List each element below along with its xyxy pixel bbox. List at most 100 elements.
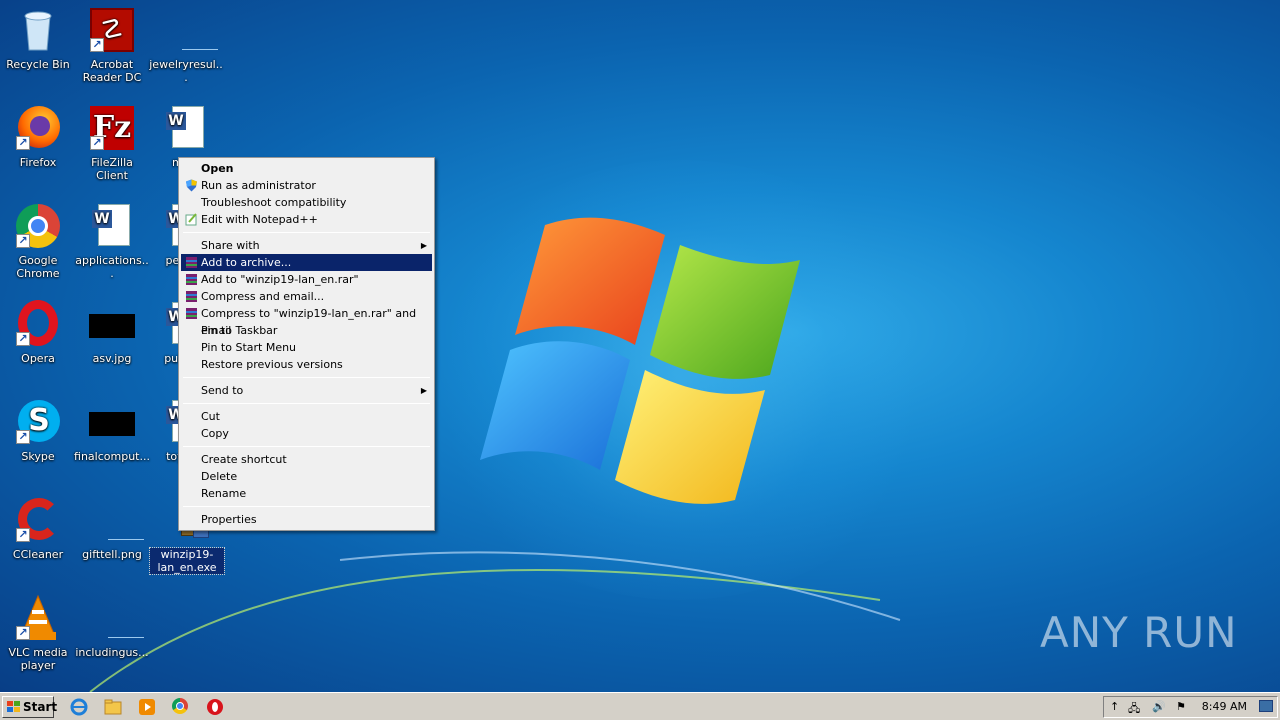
menu-label: Add to "winzip19-lan_en.rar" — [201, 273, 359, 286]
desktop-icon-chrome[interactable]: ↗ Google Chrome — [0, 202, 76, 280]
menu-item-open[interactable]: Open — [181, 160, 432, 177]
recycle-bin-icon — [14, 6, 62, 54]
volume-icon[interactable]: 🔊 — [1152, 700, 1166, 713]
notepadpp-icon — [185, 213, 197, 226]
start-button[interactable]: Start — [2, 696, 58, 718]
desktop-icon-recycle-bin[interactable]: Recycle Bin — [0, 6, 76, 71]
winrar-icon — [186, 257, 197, 268]
vlc-icon: ↗ — [14, 594, 62, 642]
menu-label: Delete — [201, 470, 238, 483]
menu-label: Send to — [201, 384, 244, 397]
ie-icon[interactable] — [70, 698, 88, 716]
menu-item-delete[interactable]: Delete — [181, 468, 432, 485]
desktop[interactable]: Recycle Bin ☡ ↗ Acrobat Reader DC jewelr… — [0, 0, 1280, 692]
menu-label: Troubleshoot compatibility — [201, 196, 347, 209]
show-desktop-button[interactable] — [1259, 700, 1273, 712]
desktop-icon-acrobat[interactable]: ☡ ↗ Acrobat Reader DC — [74, 6, 150, 84]
menu-item-pin-taskbar[interactable]: Pin to Taskbar — [181, 322, 432, 339]
desktop-icon-firefox[interactable]: ↗ Firefox — [0, 104, 76, 169]
icon-label: Opera — [21, 352, 55, 365]
icon-label: asv.jpg — [92, 352, 132, 365]
icon-label: gifttell.png — [82, 548, 142, 561]
icon-label: Recycle Bin — [6, 58, 70, 71]
desktop-icon-jewelryresul[interactable]: jewelryresul... — [148, 6, 224, 84]
submenu-arrow-icon: ▶ — [420, 241, 427, 250]
blank-file-icon — [88, 594, 144, 642]
icon-label: FileZilla Client — [91, 156, 133, 182]
icon-label: VLC media player — [8, 646, 68, 672]
shortcut-arrow-icon: ↗ — [16, 332, 30, 346]
winrar-icon — [186, 274, 197, 285]
menu-item-properties[interactable]: Properties — [181, 511, 432, 528]
menu-separator — [183, 403, 430, 404]
windows-flag-icon — [7, 701, 20, 712]
icon-label: Firefox — [19, 156, 57, 169]
menu-label: Compress and email... — [201, 290, 325, 303]
word-doc-icon: W — [162, 104, 210, 152]
firefox-icon: ↗ — [14, 104, 62, 152]
icon-label: jewelryresul... — [149, 58, 223, 84]
media-player-icon[interactable] — [138, 698, 156, 716]
explorer-icon[interactable] — [104, 698, 122, 716]
menu-item-copy[interactable]: Copy — [181, 425, 432, 442]
clock[interactable]: 8:49 AM — [1202, 700, 1247, 713]
menu-item-send-to[interactable]: Send to ▶ — [181, 382, 432, 399]
menu-item-compress-email[interactable]: Compress and email... — [181, 288, 432, 305]
shortcut-arrow-icon: ↗ — [90, 38, 104, 52]
menu-item-run-as-admin[interactable]: Run as administrator — [181, 177, 432, 194]
menu-item-compress-rar-email[interactable]: Compress to "winzip19-lan_en.rar" and em… — [181, 305, 432, 337]
menu-label: Run as administrator — [201, 179, 316, 192]
menu-item-add-to-rar[interactable]: Add to "winzip19-lan_en.rar" — [181, 271, 432, 288]
network-icon[interactable]: 🖧 — [1128, 700, 1140, 719]
menu-item-restore-versions[interactable]: Restore previous versions — [181, 356, 432, 373]
opera-taskbar-icon[interactable] — [206, 698, 224, 716]
desktop-icon-skype[interactable]: S ↗ Skype — [0, 398, 76, 463]
desktop-icon-applications[interactable]: W applications... — [74, 202, 150, 280]
menu-item-share-with[interactable]: Share with ▶ — [181, 237, 432, 254]
skype-icon: S ↗ — [14, 398, 62, 446]
icon-label: finalcomput... — [74, 450, 150, 463]
shortcut-arrow-icon: ↗ — [16, 234, 30, 248]
chrome-taskbar-icon[interactable] — [172, 698, 190, 716]
menu-item-pin-start[interactable]: Pin to Start Menu — [181, 339, 432, 356]
shortcut-arrow-icon: ↗ — [16, 136, 30, 150]
tray-expand-icon[interactable]: ↑ — [1110, 700, 1119, 713]
menu-label: Share with — [201, 239, 260, 252]
image-file-icon — [88, 300, 136, 348]
menu-label: Add to archive... — [201, 256, 292, 269]
icon-label: Google Chrome — [16, 254, 60, 280]
start-label: Start — [23, 700, 58, 714]
menu-item-edit-notepadpp[interactable]: Edit with Notepad++ — [181, 211, 432, 228]
icon-label: CCleaner — [12, 548, 64, 561]
desktop-icon-gifttell[interactable]: gifttell.png — [74, 496, 150, 561]
desktop-icon-ccleaner[interactable]: ↗ CCleaner — [0, 496, 76, 561]
anyrun-watermark: ANY RUN — [1040, 608, 1240, 670]
system-tray: ↑ 🖧 🔊 ⚑ 8:49 AM — [1103, 696, 1278, 718]
desktop-icon-includingus[interactable]: includingus... — [74, 594, 150, 659]
menu-item-cut[interactable]: Cut — [181, 408, 432, 425]
acrobat-icon: ☡ ↗ — [88, 6, 136, 54]
menu-item-create-shortcut[interactable]: Create shortcut — [181, 451, 432, 468]
menu-label: Rename — [201, 487, 247, 500]
winrar-icon — [186, 291, 197, 302]
shortcut-arrow-icon: ↗ — [16, 626, 30, 640]
desktop-icon-filezilla[interactable]: Fz ↗ FileZilla Client — [74, 104, 150, 182]
desktop-icon-opera[interactable]: ↗ Opera — [0, 300, 76, 365]
menu-label: Create shortcut — [201, 453, 287, 466]
menu-label: Open — [201, 162, 234, 175]
opera-icon: ↗ — [14, 300, 62, 348]
menu-item-rename[interactable]: Rename — [181, 485, 432, 502]
action-center-flag-icon[interactable]: ⚑ — [1176, 700, 1186, 713]
desktop-icon-asv[interactable]: asv.jpg — [74, 300, 150, 365]
shortcut-arrow-icon: ↗ — [16, 528, 30, 542]
desktop-icon-finalcomput[interactable]: finalcomput... — [74, 398, 150, 463]
menu-label: Cut — [201, 410, 220, 423]
chrome-icon: ↗ — [14, 202, 62, 250]
menu-label: Copy — [201, 427, 229, 440]
menu-item-troubleshoot[interactable]: Troubleshoot compatibility — [181, 194, 432, 211]
submenu-arrow-icon: ▶ — [420, 386, 427, 395]
desktop-icon-vlc[interactable]: ↗ VLC media player — [0, 594, 76, 672]
filezilla-icon: Fz ↗ — [88, 104, 136, 152]
menu-item-add-to-archive[interactable]: Add to archive... — [181, 254, 432, 271]
menu-label: Pin to Taskbar — [201, 324, 278, 337]
